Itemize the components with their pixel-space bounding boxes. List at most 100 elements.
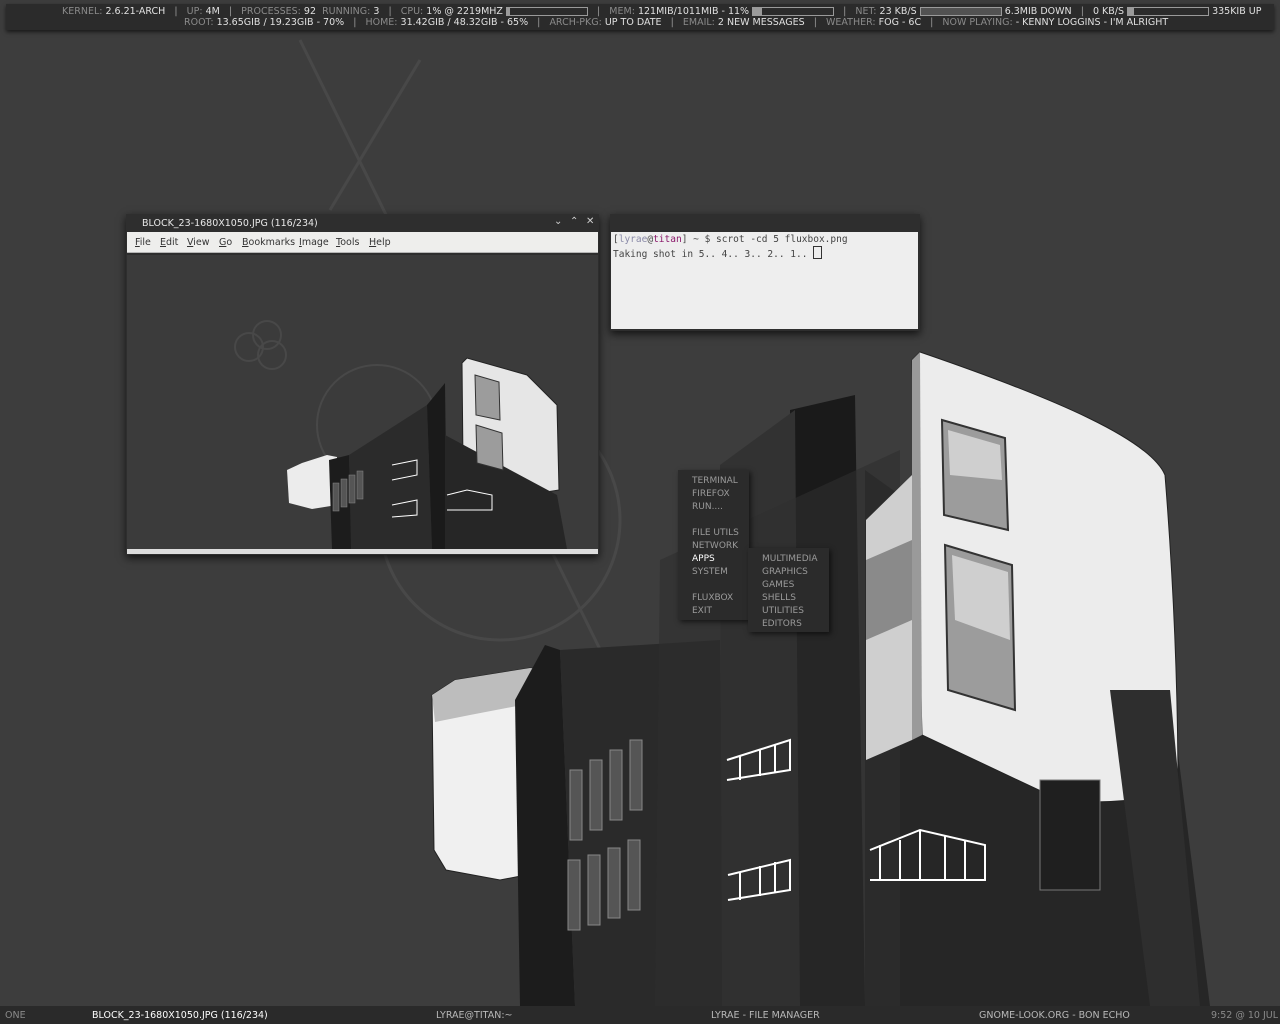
minimize-icon[interactable]: ⌄ xyxy=(554,216,562,227)
menu-image[interactable]: Image xyxy=(299,237,329,248)
task-terminal[interactable]: LYRAE@TITAN:~ xyxy=(436,1010,513,1021)
close-icon[interactable]: ✕ xyxy=(586,216,594,227)
net-down-total: 6.3MIB DOWN xyxy=(1004,6,1072,17)
submenu-item-multimedia[interactable]: MULTIMEDIA xyxy=(762,554,817,564)
weather-value: FOG - 6C xyxy=(878,17,922,28)
separator: | xyxy=(1080,6,1084,17)
menu-item-run[interactable]: RUN.... xyxy=(692,502,723,512)
prompt-host: titan xyxy=(653,234,682,245)
menu-item-firefox[interactable]: FIREFOX xyxy=(692,489,730,499)
menu-label: dit xyxy=(166,237,179,248)
kernel-label: KERNEL: xyxy=(62,6,103,17)
menu-label: o xyxy=(226,237,233,248)
workspace-name[interactable]: ONE xyxy=(5,1010,26,1021)
separator: | xyxy=(843,6,847,17)
image-viewer-window[interactable]: BLOCK_23-1680X1050.JPG (116/234) ⌄ ⌃ ✕ F… xyxy=(126,214,599,555)
terminal-cursor xyxy=(813,246,823,259)
clock: 9:52 @ 10 JUL xyxy=(1211,1010,1279,1021)
separator: | xyxy=(353,17,357,28)
submenu-item-editors[interactable]: EDITORS xyxy=(762,619,802,629)
submenu-item-graphics[interactable]: GRAPHICS xyxy=(762,567,808,577)
net-up-graph xyxy=(1127,7,1210,16)
menu-item-exit[interactable]: EXIT xyxy=(692,606,712,616)
email-value: 2 NEW MESSAGES xyxy=(717,17,805,28)
net-up-speed: 0 KB/S xyxy=(1092,6,1124,17)
terminal-window[interactable]: [lyrae@titan] ~ $ scrot -cd 5 fluxbox.pn… xyxy=(610,214,920,331)
home-value: 31.42GIB / 48.32GIB - 65% xyxy=(400,17,529,28)
separator: | xyxy=(597,6,601,17)
menu-view[interactable]: View xyxy=(187,237,210,248)
taskbar: ONE BLOCK_23-1680X1050.JPG (116/234) LYR… xyxy=(0,1006,1280,1024)
menu-label: iew xyxy=(193,237,210,248)
menu-item-network[interactable]: NETWORK xyxy=(692,541,738,551)
menu-item-system[interactable]: SYSTEM xyxy=(692,567,728,577)
menu-label: ools xyxy=(340,237,360,248)
mem-label: MEM: xyxy=(609,6,635,17)
kernel-value: 2.6.21-ARCH xyxy=(105,6,166,17)
running-value: 3 xyxy=(373,6,380,17)
cpu-graph xyxy=(505,7,588,16)
nowplaying-value: - KENNY LOGGINS - I'M ALRIGHT xyxy=(1015,17,1169,28)
task-image-viewer[interactable]: BLOCK_23-1680X1050.JPG (116/234) xyxy=(92,1010,268,1021)
net-label: NET: xyxy=(855,6,877,17)
terminal-command-line: [lyrae@titan] ~ $ scrot -cd 5 fluxbox.pn… xyxy=(613,234,848,245)
menu-label: ile xyxy=(139,237,151,248)
root-menu: TERMINAL FIREFOX RUN.... FILE UTILS NETW… xyxy=(678,470,749,620)
uptime-label: UP: xyxy=(186,6,203,17)
prompt-tail: ] ~ $ xyxy=(681,234,717,245)
cpu-label: CPU: xyxy=(400,6,424,17)
menu-help[interactable]: Help xyxy=(369,237,391,248)
menu-edit[interactable]: Edit xyxy=(160,237,178,248)
menu-label: elp xyxy=(376,237,391,248)
menu-bar: File Edit View Go Bookmarks Image Tools … xyxy=(127,232,598,253)
submenu-item-utilities[interactable]: UTILITIES xyxy=(762,606,804,616)
separator: | xyxy=(228,6,233,17)
menu-go[interactable]: Go xyxy=(219,237,232,248)
window-title: BLOCK_23-1680X1050.JPG (116/234) xyxy=(142,218,318,229)
menu-item-file-utils[interactable]: FILE UTILS xyxy=(692,528,739,538)
separator: | xyxy=(813,17,817,28)
status-bar xyxy=(127,549,598,554)
menu-item-apps[interactable]: APPS xyxy=(692,554,715,564)
terminal-output: Taking shot in 5.. 4.. 3.. 2.. 1.. xyxy=(613,249,814,260)
archpkg-value: UP TO DATE xyxy=(604,17,662,28)
menu-item-fluxbox[interactable]: FLUXBOX xyxy=(692,593,733,603)
cpu-frequency: @ 2219MHZ xyxy=(444,6,503,17)
task-browser[interactable]: GNOME-LOOK.ORG - BON ECHO xyxy=(979,1010,1130,1021)
separator: | xyxy=(388,6,392,17)
menu-bookmarks[interactable]: Bookmarks xyxy=(242,237,295,248)
menu-item-terminal[interactable]: TERMINAL xyxy=(692,476,738,486)
mem-value: 121MIB/1011MIB - 11% xyxy=(637,6,750,17)
net-up-total: 335KIB UP xyxy=(1212,6,1262,17)
mem-bar xyxy=(752,7,835,16)
terminal-body[interactable]: [lyrae@titan] ~ $ scrot -cd 5 fluxbox.pn… xyxy=(611,232,918,329)
processes-value: 92 xyxy=(303,6,317,17)
net-down-speed: 23 KB/S xyxy=(879,6,917,17)
maximize-icon[interactable]: ⌃ xyxy=(570,216,578,227)
menu-label: mage xyxy=(301,237,329,248)
terminal-output-line: Taking shot in 5.. 4.. 3.. 2.. 1.. xyxy=(613,246,823,260)
separator: | xyxy=(537,17,541,28)
menu-tools[interactable]: Tools xyxy=(336,237,359,248)
terminal-command: scrot -cd 5 fluxbox.png xyxy=(716,234,848,245)
prompt-user: lyrae xyxy=(618,234,648,245)
separator: | xyxy=(174,6,178,17)
menu-label: ookmarks xyxy=(248,237,296,248)
net-down-graph xyxy=(919,7,1002,16)
submenu-item-games[interactable]: GAMES xyxy=(762,580,794,590)
submenu-item-shells[interactable]: SHELLS xyxy=(762,593,796,603)
email-label: EMAIL: xyxy=(682,17,715,28)
task-file-manager[interactable]: LYRAE - FILE MANAGER xyxy=(711,1010,820,1021)
archpkg-label: ARCH-PKG: xyxy=(549,17,602,28)
root-value: 13.65GIB / 19.23GIB - 70% xyxy=(216,17,345,28)
running-label: RUNNING: xyxy=(322,6,371,17)
processes-label: PROCESSES: xyxy=(241,6,301,17)
home-label: HOME: xyxy=(365,17,398,28)
cpu-value: 1% xyxy=(426,6,442,17)
separator: | xyxy=(930,17,934,28)
menu-file[interactable]: File xyxy=(135,237,151,248)
separator: | xyxy=(670,17,674,28)
nowplaying-label: NOW PLAYING: xyxy=(942,17,1013,28)
image-canvas[interactable] xyxy=(127,255,598,549)
uptime-value: 4M xyxy=(205,6,220,17)
